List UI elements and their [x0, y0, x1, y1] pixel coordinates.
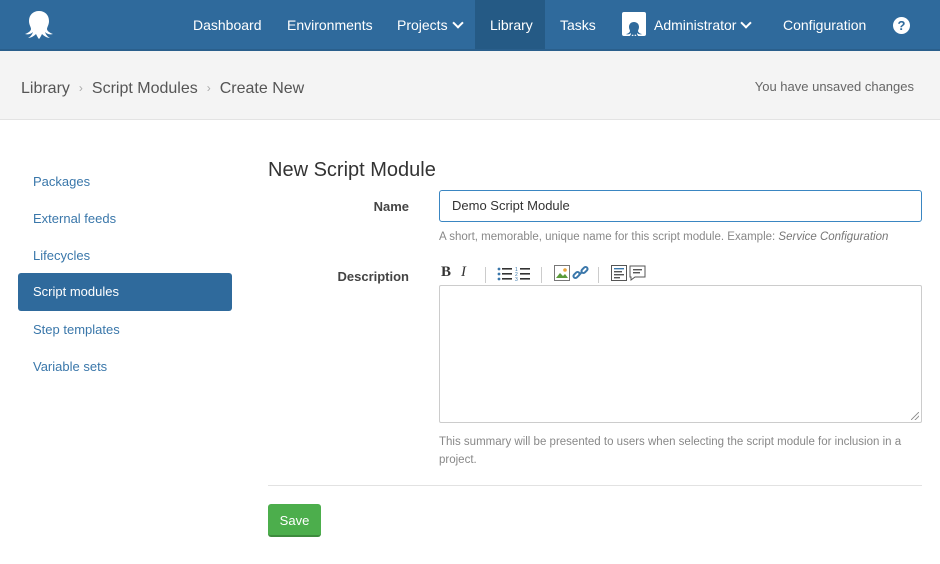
description-hint: This summary will be presented to users …: [439, 433, 929, 469]
quote-icon[interactable]: [629, 265, 646, 282]
sidebar-item-script-modules[interactable]: Script modules: [18, 273, 232, 311]
breadcrumb: Library › Script Modules › Create New: [21, 80, 304, 98]
nav-user-menu[interactable]: Administrator: [607, 0, 765, 49]
nav-configuration[interactable]: Configuration: [768, 0, 881, 49]
name-hint-text: A short, memorable, unique name for this…: [439, 231, 779, 243]
description-label: Description: [337, 269, 409, 284]
save-button[interactable]: Save: [268, 504, 321, 537]
toolbar-divider: [485, 267, 486, 283]
user-avatar-icon: [622, 12, 646, 39]
bold-button[interactable]: B: [441, 264, 451, 281]
code-block-icon[interactable]: [611, 265, 628, 282]
toolbar-divider: [598, 267, 599, 283]
top-navigation: Dashboard Environments Projects Library …: [0, 0, 940, 51]
breadcrumb-current: Create New: [219, 80, 305, 97]
toolbar-divider: [541, 267, 542, 283]
bullet-list-icon[interactable]: [497, 266, 513, 282]
italic-button[interactable]: I: [461, 264, 466, 281]
sidebar-item-step-templates[interactable]: Step templates: [18, 311, 232, 349]
image-icon[interactable]: [554, 265, 571, 282]
name-input[interactable]: Demo Script Module: [439, 190, 922, 222]
help-icon[interactable]: ?: [893, 17, 910, 34]
unsaved-changes-status: You have unsaved changes: [754, 79, 914, 94]
sidebar-item-packages[interactable]: Packages: [18, 163, 232, 201]
sidebar-item-lifecycles[interactable]: Lifecycles: [18, 237, 232, 275]
description-hint-line-1: This summary will be presented to users …: [439, 436, 902, 448]
form-divider: [268, 485, 922, 486]
name-hint: A short, memorable, unique name for this…: [439, 228, 888, 246]
nav-projects[interactable]: Projects: [382, 0, 477, 49]
user-name: Administrator: [654, 17, 737, 33]
link-icon[interactable]: [572, 265, 589, 282]
chevron-down-icon: [740, 17, 753, 29]
breadcrumb-library[interactable]: Library: [21, 80, 70, 97]
breadcrumb-script-modules[interactable]: Script Modules: [92, 80, 198, 97]
svg-text:3: 3: [515, 277, 518, 282]
chevron-down-icon: [451, 17, 464, 29]
breadcrumb-bar: Library › Script Modules › Create New You ha…: [0, 51, 940, 120]
description-hint-line-2: project.: [439, 454, 477, 466]
sidebar-item-external-feeds[interactable]: External feeds: [18, 200, 232, 238]
name-hint-example: Service Configuration: [778, 231, 889, 243]
breadcrumb-separator: ›: [78, 81, 83, 95]
numbered-list-icon[interactable]: 1 2 3: [515, 266, 531, 282]
nav-library[interactable]: Library: [475, 0, 545, 49]
breadcrumb-separator: ›: [206, 81, 211, 95]
resize-handle-icon[interactable]: [911, 412, 919, 420]
nav-projects-label: Projects: [397, 17, 448, 33]
description-editor[interactable]: [439, 285, 922, 423]
nav-dashboard[interactable]: Dashboard: [178, 0, 277, 49]
sidebar-item-variable-sets[interactable]: Variable sets: [18, 348, 232, 386]
page-title: New Script Module: [268, 159, 436, 181]
name-label: Name: [373, 199, 409, 214]
nav-environments[interactable]: Environments: [272, 0, 388, 49]
octopus-logo-icon[interactable]: [22, 8, 56, 42]
nav-tasks[interactable]: Tasks: [545, 0, 611, 49]
